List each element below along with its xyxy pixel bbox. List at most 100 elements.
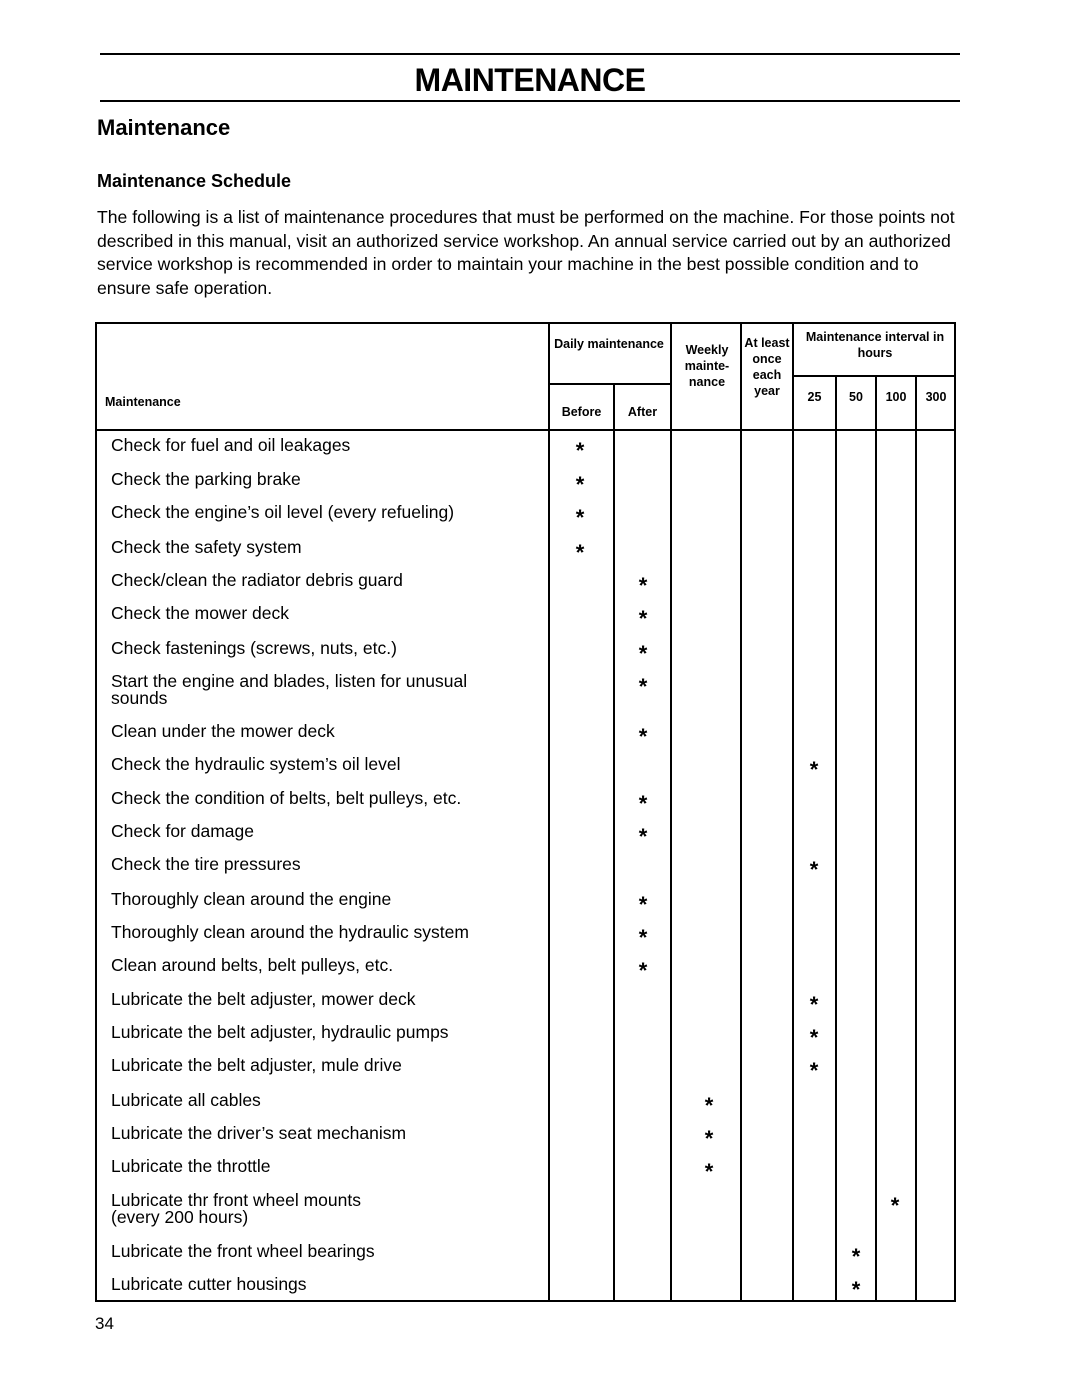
task-label: Check the condition of belts, belt pulle…: [111, 788, 462, 808]
header-rule-top: [100, 53, 960, 55]
schedule-mark-after: *: [638, 958, 648, 983]
table-row-task: Check the condition of belts, belt pulle…: [111, 788, 462, 808]
task-label: Clean under the mower deck: [111, 721, 335, 741]
schedule-mark-before: *: [575, 472, 585, 497]
task-label: Lubricate the belt adjuster, mule drive: [111, 1055, 402, 1075]
task-label: Check for fuel and oil leakages: [111, 435, 351, 455]
schedule-mark-after: *: [638, 925, 648, 950]
intro-paragraph: The following is a list of maintenance p…: [97, 207, 955, 298]
task-label: Check the parking brake: [111, 469, 301, 489]
table-row-task: Check the mower deck: [111, 603, 289, 623]
section-title: Maintenance: [97, 115, 231, 140]
schedule-mark-after: *: [638, 606, 648, 631]
header-after: After: [627, 405, 658, 419]
page-header-title: MAINTENANCE: [414, 62, 646, 98]
schedule-mark-h25: *: [809, 992, 819, 1017]
header-daily: Daily maintenance: [554, 337, 664, 351]
maintenance-schedule-table: Maintenance Daily maintenance Before Aft…: [95, 322, 956, 1302]
schedule-mark-h100: *: [890, 1193, 900, 1218]
task-label: Check the hydraulic system’s oil level: [111, 754, 401, 774]
task-label: Thoroughly clean around the hydraulic sy…: [111, 922, 469, 942]
schedule-mark-weekly: *: [704, 1159, 714, 1184]
schedule-mark-h25: *: [809, 857, 819, 882]
task-label: Check the mower deck: [111, 603, 289, 623]
schedule-mark-after: *: [638, 892, 648, 917]
grid-line: [548, 383, 670, 385]
grid-line: [835, 375, 837, 1300]
table-row-task: Check the safety system: [111, 537, 302, 557]
table-row-task: Check fastenings (screws, nuts, etc.): [111, 638, 397, 658]
table-row-task: Clean around belts, belt pulleys, etc.: [111, 955, 394, 975]
task-label: Check the tire pressures: [111, 854, 301, 874]
grid-line: [740, 324, 742, 1300]
schedule-mark-before: *: [575, 505, 585, 530]
table-row-task: Thoroughly clean around the engine: [111, 889, 392, 909]
schedule-mark-before: *: [575, 540, 585, 565]
task-label: Lubricate the driver’s seat mechanism: [111, 1123, 407, 1143]
header-yearly: At least once each year: [744, 336, 790, 398]
table-row-task: Check/clean the radiator debris guard: [111, 570, 403, 590]
header-50h: 50: [849, 390, 863, 404]
header-maintenance: Maintenance: [105, 395, 181, 409]
task-label: Lubricate the throttle: [111, 1156, 271, 1176]
task-label-continued: (every 200 hours): [111, 1207, 249, 1227]
schedule-mark-h50: *: [851, 1244, 861, 1269]
table-row-task: Thoroughly clean around the hydraulic sy…: [111, 922, 469, 942]
task-label: Thoroughly clean around the engine: [111, 889, 392, 909]
table-row-task: Lubricate the belt adjuster, mower deck: [111, 989, 416, 1009]
table-row-task: Check the engine’s oil level (every refu…: [111, 502, 455, 522]
table-row-task: Lubricate all cables: [111, 1091, 261, 1109]
table-row-task: Check for damage: [111, 821, 254, 841]
schedule-mark-after: *: [638, 674, 648, 699]
schedule-mark-weekly: *: [704, 1126, 714, 1151]
table-row-task: Start the engine and blades, listen for …: [111, 672, 467, 708]
task-label: Check for damage: [111, 821, 254, 841]
table-row-task: Lubricate the driver’s seat mechanism: [111, 1123, 407, 1143]
schedule-mark-after: *: [638, 573, 648, 598]
table-row-task: Lubricate the throttle: [111, 1156, 271, 1176]
table-row-task: Lubricate thr front wheel mounts (every 2…: [111, 1191, 361, 1227]
table-row-task: Check for fuel and oil leakages: [111, 435, 351, 455]
task-label: Lubricate cutter housings: [111, 1274, 307, 1294]
task-label: Check/clean the radiator debris guard: [111, 570, 403, 590]
schedule-mark-after: *: [638, 791, 648, 816]
table-row-task: Check the tire pressures: [111, 854, 301, 874]
header-interval: Maintenance interval in hours: [805, 330, 945, 360]
task-label: Check the safety system: [111, 537, 302, 557]
header-weekly: Weekly mainte- nance: [684, 343, 730, 389]
task-label: Check the engine’s oil level (every refu…: [111, 502, 455, 522]
schedule-mark-h50: *: [851, 1277, 861, 1302]
grid-line: [613, 383, 615, 1300]
task-label: Check fastenings (screws, nuts, etc.): [111, 638, 397, 658]
header-300h: 300: [925, 390, 947, 404]
grid-line: [792, 324, 794, 1300]
task-label: Lubricate the belt adjuster, mower deck: [111, 989, 416, 1009]
schedule-mark-after: *: [638, 724, 648, 749]
schedule-mark-after: *: [638, 641, 648, 666]
header-separator: [97, 429, 954, 431]
page-number: 34: [95, 1314, 114, 1333]
grid-line: [875, 375, 877, 1300]
schedule-mark-before: *: [575, 438, 585, 463]
header-100h: 100: [885, 390, 907, 404]
task-label-continued: sounds: [111, 688, 168, 708]
grid-line: [548, 324, 550, 1300]
table-row-task: Clean under the mower deck: [111, 721, 335, 741]
header-before: Before: [561, 405, 602, 419]
schedule-mark-after: *: [638, 824, 648, 849]
table-row-task: Lubricate cutter housings: [111, 1274, 307, 1294]
table-row-task: Check the hydraulic system’s oil level: [111, 754, 401, 774]
grid-line: [670, 324, 672, 1300]
header-rule-bottom: [100, 100, 960, 102]
grid-line: [792, 375, 954, 377]
table-row-task: Lubricate the belt adjuster, mule drive: [111, 1055, 402, 1075]
task-label: Clean around belts, belt pulleys, etc.: [111, 955, 394, 975]
schedule-mark-weekly: *: [704, 1093, 714, 1118]
table-row-task: Check the parking brake: [111, 469, 301, 489]
schedule-mark-h25: *: [809, 1058, 819, 1083]
subsection-title: Maintenance Schedule: [97, 171, 292, 191]
table-row-task: Lubricate the belt adjuster, hydraulic p…: [111, 1023, 449, 1041]
schedule-mark-h25: *: [809, 757, 819, 782]
grid-line: [915, 375, 917, 1300]
task-label: Lubricate the front wheel bearings: [111, 1241, 375, 1261]
